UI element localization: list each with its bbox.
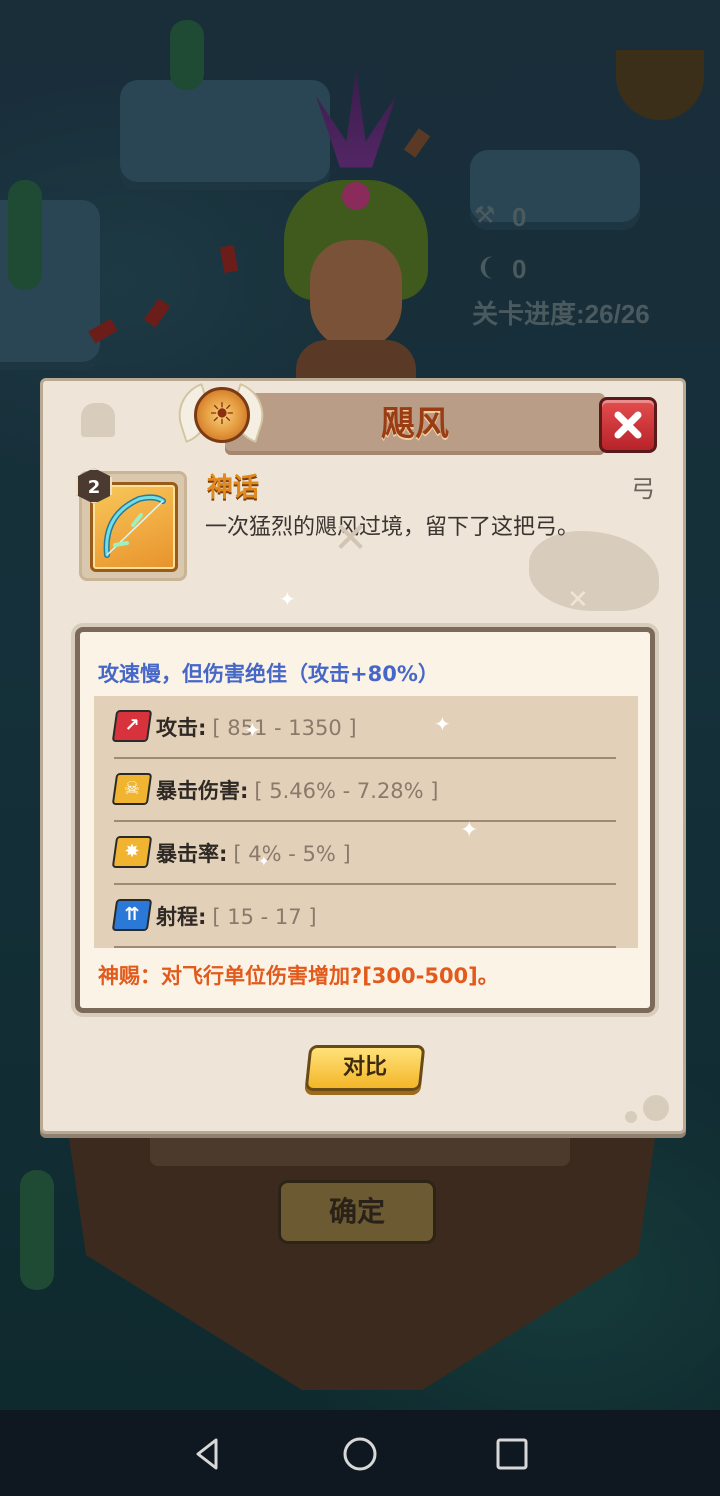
hero-gem xyxy=(342,182,370,210)
sparkle: ✦ xyxy=(460,818,479,843)
stat-row-range: ⇈ 射程:[ 15 - 17 ] xyxy=(111,885,616,948)
emblem-disc: ☀ xyxy=(194,387,250,443)
close-icon xyxy=(614,411,642,439)
stat-panel: 攻速慢，但伤害绝佳（攻击+80%） ↗ 攻击:[ 851 - 1350 ] ☠ … xyxy=(75,627,655,1013)
range-icon: ⇈ xyxy=(111,899,153,931)
blessing-text: 神赐：对飞行单位伤害增加?[300-500]。 xyxy=(98,960,499,990)
item-description: 一次猛烈的飓风过境，留下了这把弓。 xyxy=(205,515,580,540)
mythic-emblem-icon: ☀ xyxy=(169,377,273,461)
sparkle: ✦ xyxy=(244,718,261,742)
rarity-label: 神话 xyxy=(207,473,260,503)
hero-face xyxy=(310,240,402,350)
compare-button[interactable]: 对比 xyxy=(304,1045,426,1091)
crit-damage-icon: ☠ xyxy=(111,773,153,805)
hero-character xyxy=(276,70,436,400)
cactus xyxy=(170,20,204,90)
close-button[interactable] xyxy=(599,397,657,453)
stat-row-attack: ↗ 攻击:[ 851 - 1350 ] xyxy=(111,696,616,759)
sparkle: ✦ xyxy=(258,854,270,870)
recents-icon[interactable] xyxy=(492,1434,532,1474)
tools-count: 0 xyxy=(512,202,527,232)
stat-crit-damage-value: [ 5.46% - 7.28% ] xyxy=(254,779,439,803)
compare-button-label: 对比 xyxy=(342,1055,387,1080)
horns-count: 0 xyxy=(512,254,527,284)
corner-decoration xyxy=(625,1111,637,1123)
level-progress-value: 26/26 xyxy=(584,299,650,329)
stat-list: ↗ 攻击:[ 851 - 1350 ] ☠ 暴击伤害:[ 5.46% - 7.2… xyxy=(94,696,638,948)
home-icon[interactable] xyxy=(340,1434,380,1474)
corner-decoration xyxy=(643,1095,669,1121)
attack-icon: ↗ xyxy=(111,710,153,742)
blessing-value: [300-500] xyxy=(362,964,478,988)
confirm-button[interactable]: 确定 xyxy=(278,1180,436,1244)
system-navigation-bar xyxy=(0,1410,720,1496)
horn-icon: ❨ xyxy=(476,253,497,281)
dialog-title: 飓风 xyxy=(381,404,449,444)
crit-rate-icon: ✸ xyxy=(111,836,153,868)
stat-crit-rate: 暴击率:[ 4% - 5% ] xyxy=(156,842,351,866)
stat-row-crit-rate: ✸ 暴击率:[ 4% - 5% ] xyxy=(111,822,616,885)
stat-headline: 攻速慢，但伤害绝佳（攻击+80%） xyxy=(98,662,439,686)
blessing-suffix: 。 xyxy=(477,964,499,988)
stat-crit-damage: 暴击伤害:[ 5.46% - 7.28% ] xyxy=(156,779,439,803)
cross-decoration: ✕ xyxy=(567,585,589,615)
confetti xyxy=(219,244,239,274)
weapon-type-label: 弓 xyxy=(631,475,655,503)
blessing-prefix: 神赐：对飞行单位伤害增加? xyxy=(98,964,363,988)
sun-swirl-icon: ☀ xyxy=(208,397,236,432)
stat-range-value: [ 15 - 17 ] xyxy=(212,905,317,929)
title-bar: 飓风 xyxy=(225,393,605,455)
level-progress: 关卡进度:26/26 xyxy=(472,294,650,331)
level-progress-label: 关卡进度: xyxy=(472,299,585,329)
item-detail-dialog: 飓风 ☀ 2 神话 弓 一次猛烈的飓风过境，留下了这把弓。 ✕ ✕ ✦ 攻速慢，… xyxy=(40,378,686,1134)
tools-icon: ⚒ xyxy=(474,201,496,229)
stat-range: 射程:[ 15 - 17 ] xyxy=(156,905,317,929)
trophy xyxy=(616,50,704,120)
back-icon[interactable] xyxy=(188,1434,228,1474)
confetti xyxy=(143,298,171,328)
stat-crit-rate-value: [ 4% - 5% ] xyxy=(233,842,351,866)
sparkle: ✦ xyxy=(434,712,451,736)
background-splat xyxy=(529,531,659,611)
corner-decoration xyxy=(81,403,115,437)
cactus xyxy=(20,1170,54,1290)
stat-attack-value: [ 851 - 1350 ] xyxy=(212,716,357,740)
cross-decoration: ✕ xyxy=(333,513,369,562)
cactus xyxy=(8,180,42,290)
sparkle: ✦ xyxy=(279,587,296,611)
item-icon-frame: 2 xyxy=(76,468,187,581)
stat-row-crit-damage: ☠ 暴击伤害:[ 5.46% - 7.28% ] xyxy=(111,759,616,822)
